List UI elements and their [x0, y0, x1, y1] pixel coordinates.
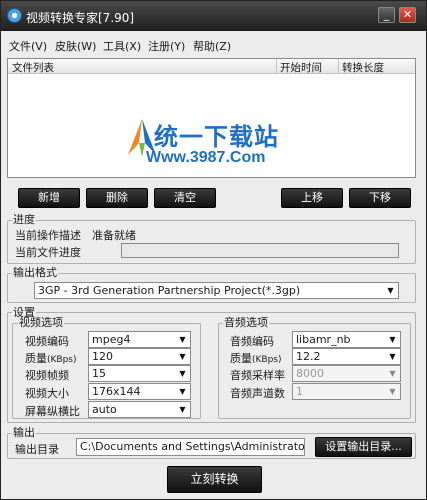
menu-file[interactable]: 文件(V) [9, 38, 47, 54]
video-size-value: 176x144 [92, 385, 141, 398]
watermark-title: 统一下载站 [154, 123, 279, 151]
audio-channels-value: 1 [296, 385, 303, 398]
video-options-title: 视频选项 [18, 316, 64, 329]
app-window: 视频转换专家[7.90] _ ✕ 文件(V) 皮肤(W) 工具(X) 注册(Y)… [0, 0, 427, 500]
audio-quality-unit: (KBps) [252, 355, 282, 365]
column-divider[interactable] [276, 59, 277, 74]
audio-quality-label: 质量(KBps) [230, 350, 282, 366]
output-format-select[interactable]: 3GP - 3rd Generation Partnership Project… [34, 282, 399, 299]
chevron-down-icon[interactable]: ▼ [386, 367, 399, 380]
chevron-down-icon[interactable]: ▼ [176, 403, 189, 416]
audio-codec-value: libamr_nb [296, 333, 351, 346]
output-dir-field[interactable]: C:\Documents and Settings\Administrator\… [76, 438, 305, 456]
close-button[interactable]: ✕ [399, 7, 416, 23]
chevron-down-icon[interactable]: ▼ [176, 367, 189, 380]
output-format-value: 3GP - 3rd Generation Partnership Project… [38, 284, 301, 297]
audio-samplerate-value: 8000 [296, 367, 324, 380]
chevron-down-icon[interactable]: ▼ [386, 385, 399, 398]
file-progress-bar [121, 243, 399, 258]
video-quality-label-text: 质量 [25, 352, 47, 365]
menu-skin[interactable]: 皮肤(W) [55, 38, 96, 54]
column-divider[interactable] [338, 59, 339, 74]
audio-samplerate-label: 音频采样率 [230, 369, 285, 382]
app-logo-icon [7, 8, 22, 23]
audio-options-title: 音频选项 [223, 316, 269, 329]
audio-codec-label: 音频编码 [230, 335, 274, 348]
progress-group-title: 进度 [12, 213, 36, 226]
output-group-title: 输出 [12, 426, 36, 439]
aspect-ratio-label: 屏幕纵横比 [25, 405, 80, 418]
clear-button[interactable]: 清空 [154, 188, 216, 208]
menu-tools[interactable]: 工具(X) [103, 38, 141, 54]
video-fps-value: 15 [92, 367, 106, 380]
audio-channels-select[interactable]: 1 ▼ [292, 383, 401, 400]
column-file-list[interactable]: 文件列表 [12, 60, 54, 75]
column-start-time[interactable]: 开始时间 [280, 60, 322, 75]
audio-channels-label: 音频声道数 [230, 387, 285, 400]
current-operation-value: 准备就绪 [92, 229, 136, 242]
audio-samplerate-select[interactable]: 8000 ▼ [292, 365, 401, 382]
file-list-header: 文件列表 开始时间 转换长度 [8, 59, 415, 74]
video-codec-select[interactable]: mpeg4 ▼ [88, 331, 191, 348]
delete-button[interactable]: 删除 [86, 188, 148, 208]
video-fps-label: 视频帧频 [25, 369, 69, 382]
video-size-label: 视频大小 [25, 387, 69, 400]
title-bar[interactable]: 视频转换专家[7.90] _ ✕ [1, 1, 426, 31]
site-watermark: 统一下载站 Www.3987.Com [128, 119, 318, 173]
chevron-down-icon[interactable]: ▼ [176, 350, 189, 363]
add-button[interactable]: 新增 [18, 188, 80, 208]
aspect-ratio-value: auto [92, 403, 117, 416]
aspect-ratio-select[interactable]: auto ▼ [88, 401, 191, 418]
audio-quality-select[interactable]: 12.2 ▼ [292, 348, 401, 365]
video-quality-unit: (KBps) [47, 355, 77, 365]
menu-help[interactable]: 帮助(Z) [193, 38, 231, 54]
minimize-button[interactable]: _ [378, 7, 395, 23]
video-codec-value: mpeg4 [92, 333, 131, 346]
watermark-url: Www.3987.Com [146, 149, 266, 166]
output-dir-label: 输出目录 [15, 443, 59, 456]
chevron-down-icon[interactable]: ▼ [176, 385, 189, 398]
video-codec-label: 视频编码 [25, 335, 69, 348]
menu-bar: 文件(V) 皮肤(W) 工具(X) 注册(Y) 帮助(Z) [1, 36, 426, 54]
chevron-down-icon[interactable]: ▼ [386, 350, 399, 363]
chevron-down-icon[interactable]: ▼ [176, 333, 189, 346]
move-down-button[interactable]: 下移 [349, 188, 411, 208]
audio-quality-value: 12.2 [296, 350, 321, 363]
menu-register[interactable]: 注册(Y) [148, 38, 185, 54]
chevron-down-icon[interactable]: ▼ [384, 284, 397, 297]
video-quality-value: 120 [92, 350, 113, 363]
video-quality-label: 质量(KBps) [25, 350, 77, 366]
file-list[interactable]: 文件列表 开始时间 转换长度 统一下载站 Www.3987.Com [7, 58, 416, 178]
video-quality-select[interactable]: 120 ▼ [88, 348, 191, 365]
move-up-button[interactable]: 上移 [281, 188, 343, 208]
window-title: 视频转换专家[7.90] [26, 11, 135, 25]
column-duration[interactable]: 转换长度 [342, 60, 384, 75]
audio-quality-label-text: 质量 [230, 352, 252, 365]
output-format-title: 输出格式 [12, 266, 58, 279]
convert-now-button[interactable]: 立刻转换 [167, 466, 262, 493]
current-operation-label: 当前操作描述 [15, 229, 81, 242]
current-file-progress-label: 当前文件进度 [15, 246, 81, 259]
video-fps-select[interactable]: 15 ▼ [88, 365, 191, 382]
set-output-dir-button[interactable]: 设置输出目录... [315, 437, 412, 457]
video-size-select[interactable]: 176x144 ▼ [88, 383, 191, 400]
audio-codec-select[interactable]: libamr_nb ▼ [292, 331, 401, 348]
chevron-down-icon[interactable]: ▼ [386, 333, 399, 346]
